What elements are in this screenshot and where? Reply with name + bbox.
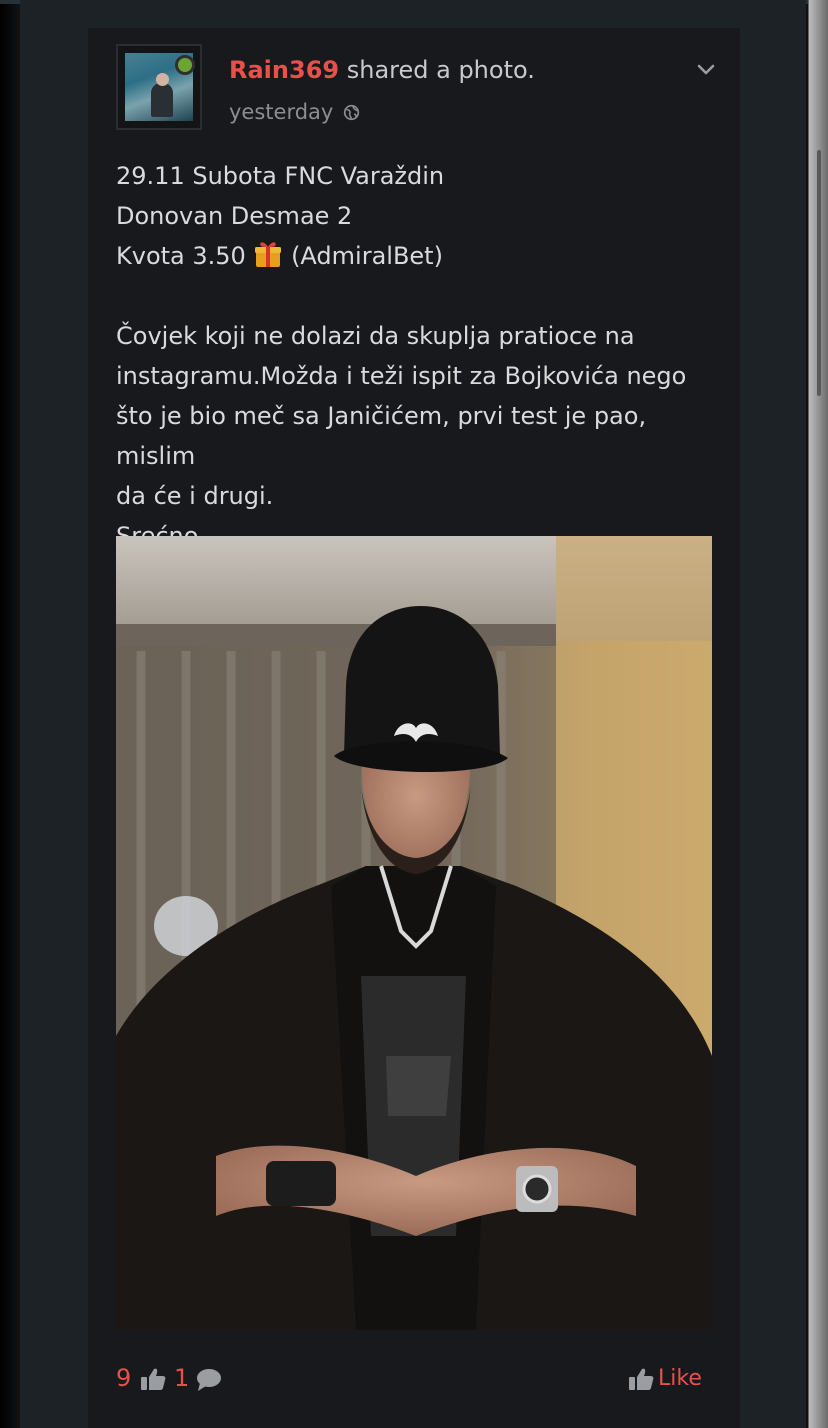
post-line: Donovan Desmae 2 bbox=[116, 202, 353, 230]
post-line: instagramu.Možda i teži ispit za Bojkovi… bbox=[116, 362, 687, 390]
like-count[interactable]: 9 bbox=[116, 1364, 131, 1392]
post-line: što je bio meč sa Janičićem, prvi test j… bbox=[116, 402, 647, 470]
chevron-down-icon[interactable] bbox=[696, 60, 716, 80]
post-text: 29.11 Subota FNC Varaždin Donovan Desmae… bbox=[116, 156, 716, 556]
bookmaker-text: (AdmiralBet) bbox=[283, 242, 443, 270]
post-line: da će i drugi. bbox=[116, 482, 274, 510]
globe-icon bbox=[344, 104, 360, 121]
gift-icon bbox=[255, 242, 282, 267]
post-card: Rain369 shared a photo. yesterday 29.11 … bbox=[88, 28, 740, 1428]
action-text: shared a photo. bbox=[339, 56, 535, 84]
odds-text: Kvota 3.50 bbox=[116, 242, 254, 270]
odds-line: Kvota 3.50 (AdmiralBet) bbox=[116, 236, 716, 276]
post-headline: Rain369 shared a photo. bbox=[229, 56, 535, 84]
avatar-figure-head bbox=[156, 73, 169, 86]
post-meta: yesterday bbox=[229, 100, 360, 124]
post-time[interactable]: yesterday bbox=[229, 100, 333, 124]
post-photo[interactable] bbox=[116, 536, 712, 1330]
comment-icon bbox=[197, 1369, 221, 1391]
thumbs-up-icon bbox=[141, 1368, 166, 1390]
post-line: Čovjek koji ne dolazi da skuplja pratioc… bbox=[116, 322, 635, 350]
avatar-figure bbox=[151, 83, 173, 117]
avatar[interactable] bbox=[116, 44, 202, 130]
author-link[interactable]: Rain369 bbox=[229, 56, 339, 84]
like-button[interactable]: Like bbox=[658, 1366, 702, 1391]
post-actions: 9 1 Like bbox=[116, 1360, 712, 1400]
online-status-icon bbox=[175, 55, 195, 75]
scrollbar-thumb[interactable] bbox=[817, 150, 821, 396]
comment-count[interactable]: 1 bbox=[174, 1364, 189, 1392]
post-line: 29.11 Subota FNC Varaždin bbox=[116, 162, 445, 190]
like-thumb-icon[interactable] bbox=[628, 1366, 654, 1392]
